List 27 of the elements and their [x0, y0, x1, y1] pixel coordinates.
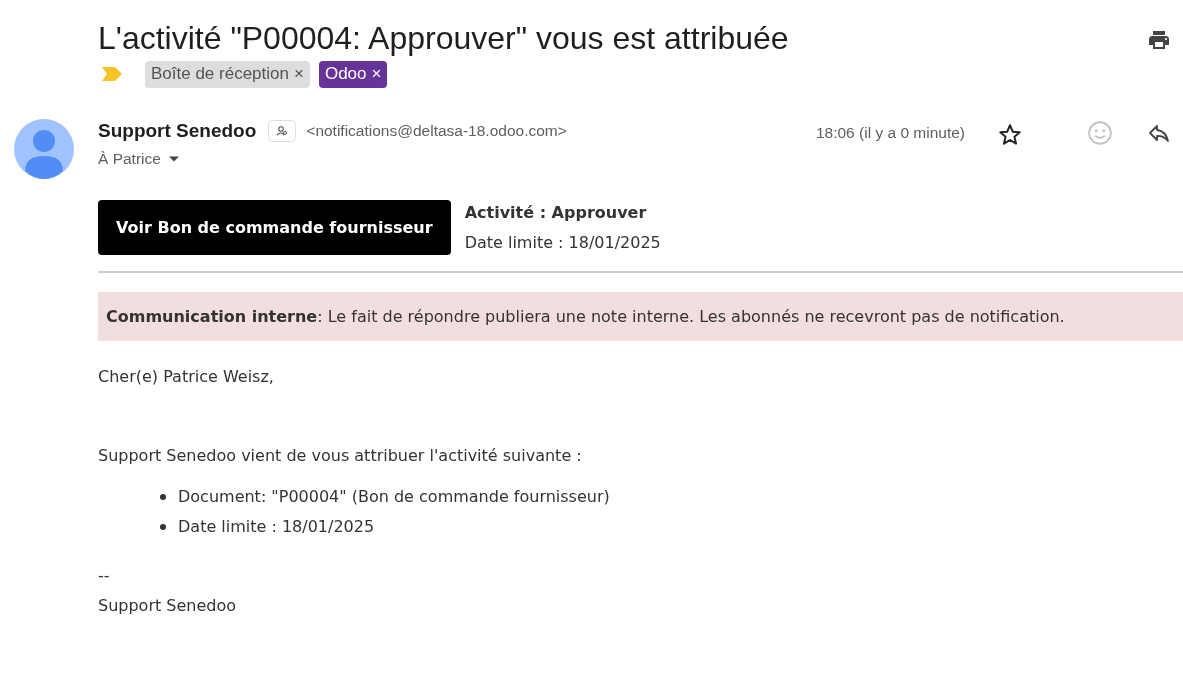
- action-button[interactable]: Voir Bon de commande fournisseur: [98, 200, 451, 255]
- recipient-dropdown[interactable]: À Patrice: [98, 147, 179, 171]
- caret-icon: [168, 155, 179, 162]
- email-subject: L'activité "P00004: Approuver" vous est attribuée: [98, 19, 789, 58]
- bullet-icon: [160, 524, 166, 530]
- remove-label-button[interactable]: ×: [294, 61, 304, 87]
- activity-deadline: Date limite : 18/01/2025: [464, 231, 661, 254]
- list-item: Document: "P00004" (Bon de commande fournisseur): [178, 486, 610, 508]
- star-icon[interactable]: [997, 122, 1023, 148]
- importance-marker-icon[interactable]: [102, 67, 122, 81]
- bullet-icon: [160, 494, 166, 500]
- label-chip[interactable]: Boîte de réception ×: [145, 60, 310, 88]
- avatar-icon: [14, 119, 74, 179]
- signature-separator: --: [98, 565, 111, 587]
- contact-icon[interactable]: [268, 120, 297, 142]
- greeting: Cher(e) Patrice Weisz,: [98, 366, 275, 388]
- label-chip[interactable]: Odoo ×: [318, 60, 388, 88]
- sender-email: <notifications@deltasa-18.odoo.com>: [306, 121, 567, 142]
- remove-label-button[interactable]: ×: [371, 61, 382, 87]
- internal-note-banner: Communication interne: Le fait de répondre publiera une note interne. Les abonnés ne recevront pas de notification.: [98, 292, 1183, 341]
- sender-name: Support Senedoo: [98, 118, 257, 143]
- signature: Support Senedoo: [98, 595, 238, 617]
- intro-text: Support Senedoo vient de vous attribuer l'activité suivante :: [98, 445, 583, 467]
- timestamp: 18:06 (il y a 0 minute): [815, 123, 965, 144]
- print-icon[interactable]: [1147, 28, 1171, 52]
- list-item: Date limite : 18/01/2025: [178, 516, 375, 538]
- activity-title: Activité : Approuver: [464, 201, 648, 224]
